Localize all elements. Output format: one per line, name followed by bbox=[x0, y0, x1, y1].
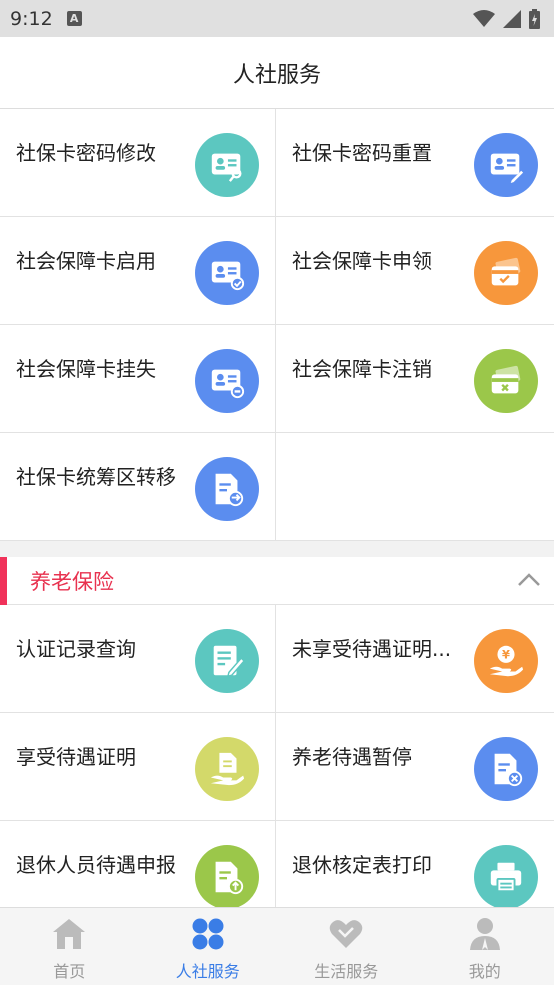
service-item[interactable]: 社保卡密码修改 bbox=[0, 109, 276, 217]
service-item[interactable]: 社会保障卡注销 bbox=[276, 325, 554, 433]
pension-services-grid: 认证记录查询 未享受待遇证明... ¥ 享受待遇证明 养老待遇暂停 退休人员待遇… bbox=[0, 605, 554, 929]
section-title: 养老保险 bbox=[30, 569, 114, 594]
empty-cell bbox=[276, 433, 554, 541]
battery-icon bbox=[529, 8, 540, 29]
tab-hr-services[interactable]: 人社服务 bbox=[139, 908, 278, 985]
heart-icon bbox=[329, 920, 363, 948]
tab-home[interactable]: 首页 bbox=[0, 908, 139, 985]
bottom-tab-bar: 首页 人社服务 生活服务 我的 bbox=[0, 907, 554, 985]
service-item[interactable]: 认证记录查询 bbox=[0, 605, 276, 713]
printer-icon bbox=[474, 845, 538, 909]
chevron-up-icon[interactable] bbox=[516, 569, 542, 591]
status-time: 9:12 bbox=[10, 7, 53, 30]
tab-life-services[interactable]: 生活服务 bbox=[277, 908, 416, 985]
service-item[interactable]: 养老待遇暂停 bbox=[276, 713, 554, 821]
service-label: 未享受待遇证明... bbox=[292, 637, 452, 661]
service-label: 退休人员待遇申报 bbox=[16, 853, 176, 877]
section-accent-bar bbox=[0, 557, 7, 605]
service-label: 社会保障卡申领 bbox=[292, 249, 432, 273]
service-label: 退休核定表打印 bbox=[292, 853, 432, 877]
tab-mine[interactable]: 我的 bbox=[416, 908, 554, 985]
svg-text:¥: ¥ bbox=[502, 648, 510, 662]
cards-apply-icon bbox=[474, 241, 538, 305]
tab-label: 我的 bbox=[468, 962, 501, 981]
notification-icon: A bbox=[66, 11, 82, 26]
document-cancel-icon bbox=[474, 737, 538, 801]
signal-icon bbox=[503, 9, 521, 28]
service-item[interactable]: 社会保障卡挂失 bbox=[0, 325, 276, 433]
id-card-edit-icon bbox=[474, 133, 538, 197]
page-title: 人社服务 bbox=[232, 62, 321, 88]
service-label: 社保卡密码修改 bbox=[16, 141, 156, 165]
title-bar: 人社服务 bbox=[0, 37, 554, 109]
home-icon bbox=[53, 919, 86, 949]
service-label: 社会保障卡启用 bbox=[16, 249, 156, 273]
service-label: 社保卡统筹区转移 bbox=[16, 465, 176, 489]
service-item[interactable]: 享受待遇证明 bbox=[0, 713, 276, 821]
cards-cancel-icon bbox=[474, 349, 538, 413]
service-item[interactable]: 未享受待遇证明... ¥ bbox=[276, 605, 554, 713]
service-label: 社会保障卡注销 bbox=[292, 357, 432, 381]
tab-label: 人社服务 bbox=[175, 962, 240, 981]
service-label: 养老待遇暂停 bbox=[292, 745, 412, 769]
document-transfer-icon bbox=[195, 457, 259, 521]
service-item[interactable]: 社保卡统筹区转移 bbox=[0, 433, 276, 541]
status-bar: 9:12 A bbox=[0, 0, 554, 37]
section-header-pension[interactable]: 养老保险 bbox=[0, 557, 554, 605]
document-hand-icon bbox=[195, 737, 259, 801]
clover-icon bbox=[192, 918, 224, 950]
service-label: 享受待遇证明 bbox=[16, 745, 136, 769]
id-card-check-icon bbox=[195, 241, 259, 305]
id-card-key-icon bbox=[195, 133, 259, 197]
service-label: 认证记录查询 bbox=[16, 637, 136, 661]
card-services-grid: 社保卡密码修改 社保卡密码重置 社会保障卡启用 社会保障卡申领 社会保障卡挂失 … bbox=[0, 109, 554, 541]
document-upload-icon bbox=[195, 845, 259, 909]
wifi-icon bbox=[473, 9, 495, 27]
service-label: 社保卡密码重置 bbox=[292, 141, 432, 165]
user-icon bbox=[469, 918, 500, 950]
id-card-minus-icon bbox=[195, 349, 259, 413]
document-pen-icon bbox=[195, 629, 259, 693]
service-item[interactable]: 社保卡密码重置 bbox=[276, 109, 554, 217]
service-label: 社会保障卡挂失 bbox=[16, 357, 156, 381]
service-item[interactable]: 社会保障卡启用 bbox=[0, 217, 276, 325]
service-item[interactable]: 社会保障卡申领 bbox=[276, 217, 554, 325]
tab-label: 首页 bbox=[53, 962, 86, 981]
money-hand-icon: ¥ bbox=[474, 629, 538, 693]
tab-label: 生活服务 bbox=[314, 962, 379, 981]
section-divider bbox=[0, 541, 554, 557]
